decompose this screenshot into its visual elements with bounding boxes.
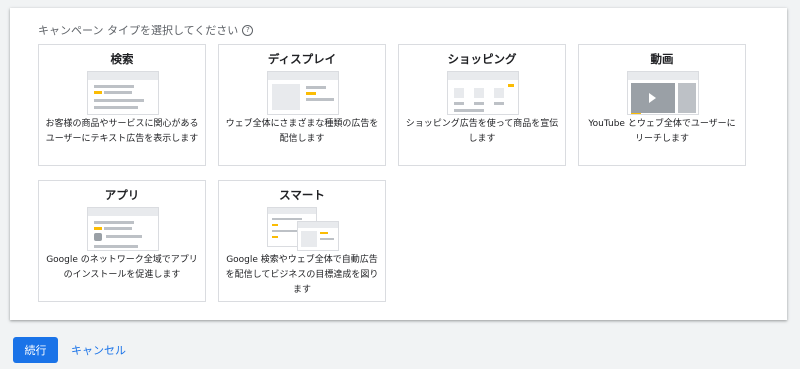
card-description: YouTube とウェブ全体でユーザーにリーチします bbox=[588, 119, 736, 144]
card-description: ウェブ全体にさまざまな種類の広告を配信します bbox=[225, 119, 379, 144]
campaign-card-shopping[interactable]: ショッピング ショッピング広告を使って商品を宣伝します bbox=[398, 44, 566, 166]
cancel-button[interactable]: キャンセル bbox=[68, 337, 129, 363]
continue-button[interactable]: 続行 bbox=[13, 337, 58, 363]
app-preview-icon bbox=[87, 207, 159, 251]
campaign-card-video[interactable]: 動画 YouTube とウェブ全体でユーザーにリーチします bbox=[578, 44, 746, 166]
card-title: ディスプレイ bbox=[267, 52, 337, 66]
campaign-card-search[interactable]: 検索 お客様の商品やサービスに関心があるユーザーにテキスト広告を表示します bbox=[38, 44, 206, 166]
card-title: スマート bbox=[279, 188, 325, 202]
card-title: 動画 bbox=[650, 52, 674, 66]
help-icon[interactable]: ? bbox=[242, 24, 254, 36]
campaign-card-app[interactable]: アプリ Google のネットワーク全域でアプリのインストールを促進します bbox=[38, 180, 206, 302]
campaign-card-display[interactable]: ディスプレイ ウェブ全体にさまざまな種類の広告を配信します bbox=[218, 44, 386, 166]
video-preview-icon bbox=[627, 71, 699, 115]
card-description: ショッピング広告を使って商品を宣伝します bbox=[405, 119, 559, 144]
card-title: ショッピング bbox=[447, 52, 517, 66]
campaign-card-smart[interactable]: スマート Google 検索やウェブ全体で自動広告を配信してビジネスの目標達成を… bbox=[218, 180, 386, 302]
search-preview-icon bbox=[87, 71, 159, 115]
play-icon bbox=[649, 93, 656, 103]
campaign-type-heading: キャンペーン タイプを選択してください ? bbox=[38, 22, 254, 38]
card-title: 検索 bbox=[110, 52, 134, 66]
card-title: アプリ bbox=[104, 188, 140, 202]
smart-preview-icon bbox=[267, 207, 339, 251]
card-description: Google のネットワーク全域でアプリのインストールを促進します bbox=[46, 255, 198, 280]
card-description: Google 検索やウェブ全体で自動広告を配信してビジネスの目標達成を図ります bbox=[225, 255, 379, 295]
heading-text: キャンペーン タイプを選択してください bbox=[38, 24, 239, 37]
card-description: お客様の商品やサービスに関心があるユーザーにテキスト広告を表示します bbox=[45, 119, 199, 144]
display-preview-icon bbox=[267, 71, 339, 115]
shopping-preview-icon bbox=[447, 71, 519, 115]
